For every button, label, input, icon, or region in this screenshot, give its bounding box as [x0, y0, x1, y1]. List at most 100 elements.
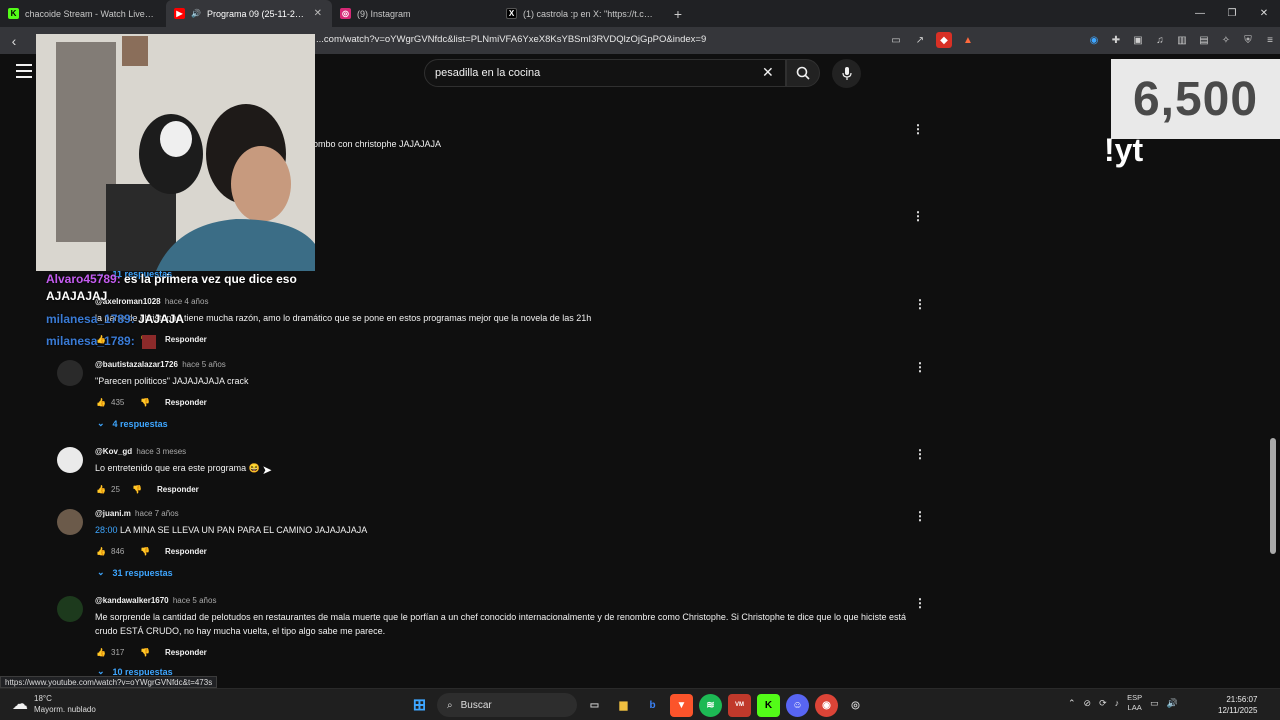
network-off-icon[interactable]: ⊘ [1084, 698, 1092, 709]
search-button[interactable] [786, 59, 820, 87]
youtube-icon: ▶ [174, 8, 185, 19]
tab-kick[interactable]: K chacoide Stream - Watch Live on Kick [0, 0, 166, 27]
voice-search-button[interactable] [832, 59, 861, 88]
voicemeeter-icon[interactable]: VM [728, 693, 751, 717]
comment-time[interactable]: hace 4 años [165, 297, 209, 306]
menu-icon[interactable]: ≡ [1262, 32, 1278, 48]
comment-options-icon[interactable]: ⋮ [914, 297, 926, 311]
comment-time[interactable]: hace 5 años [182, 360, 226, 369]
music-icon[interactable]: ♫ [1152, 32, 1168, 48]
reply-button[interactable]: Responder [157, 485, 199, 494]
hamburger-menu-icon[interactable] [16, 64, 32, 78]
tab-title: Programa 09 (25-11-2016) Pe [206, 8, 308, 19]
discord-icon[interactable]: ☺ [786, 693, 809, 717]
reply-button[interactable]: Responder [165, 335, 207, 344]
minimize-icon[interactable]: — [1184, 0, 1216, 27]
leo-icon[interactable]: ✧ [1218, 32, 1234, 48]
replies-toggle[interactable]: ⌄ 4 respuestas [97, 418, 168, 429]
comment-author[interactable]: @bautistazalazar1726 [95, 360, 178, 369]
tab-youtube[interactable]: ▶ 🔊 Programa 09 (25-11-2016) Pe ✕ [166, 0, 332, 27]
comment-options-icon[interactable]: ⋮ [912, 122, 924, 136]
back-icon[interactable]: ‹ [0, 33, 28, 49]
reply-button[interactable]: Responder [165, 547, 207, 556]
screenshot-icon[interactable]: ▣ [1130, 32, 1146, 48]
bing-icon[interactable]: b [641, 694, 664, 717]
timestamp-link[interactable]: 28:00 [95, 525, 118, 535]
audio-wave-icon[interactable]: ◉ [1086, 32, 1102, 48]
restore-icon[interactable]: ❐ [1216, 0, 1248, 27]
chat-message: milanesa_1789: [46, 334, 157, 349]
clear-search-icon[interactable]: ✕ [762, 64, 774, 81]
brave-shield-icon[interactable]: ◆ [936, 32, 952, 48]
dislike-icon[interactable]: 👎 [139, 396, 151, 408]
counter-value: 6,500 [1132, 72, 1259, 126]
obs-icon[interactable]: ◎ [844, 694, 867, 717]
reply-button[interactable]: Responder [165, 398, 207, 407]
display-icon[interactable]: ▭ [1150, 698, 1159, 709]
file-explorer-icon[interactable]: ▆ [612, 694, 635, 717]
address-actions: ▭ ↗ ◆ ▲ [888, 32, 976, 48]
comment-author[interactable]: @Kov_gd [95, 447, 132, 456]
language-indicator[interactable]: ESP LAA [1127, 693, 1142, 713]
tab-instagram[interactable]: ◎ (9) Instagram [332, 0, 498, 27]
scrollbar-thumb[interactable] [1270, 438, 1276, 554]
comment-time[interactable]: hace 7 años [135, 509, 179, 518]
like-icon[interactable]: 👍 [95, 646, 107, 658]
comment-author[interactable]: @juani.m [95, 509, 131, 518]
taskbar-search[interactable]: ⌕ Buscar [437, 693, 577, 717]
comment-actions: 👍 317 👎 Responder [95, 646, 207, 658]
avatar[interactable] [57, 360, 83, 386]
dislike-icon[interactable]: 👎 [139, 545, 151, 557]
extensions-icon[interactable]: ✚ [1108, 32, 1124, 48]
sync-icon[interactable]: ⟳ [1099, 698, 1107, 709]
taskbar-apps: ⊞ ⌕ Buscar ▭ ▆ b ▼ ≋ VM K ☺ ◉ ◎ [408, 693, 867, 717]
dislike-icon[interactable]: 👎 [139, 646, 151, 658]
search-icon: ⌕ [447, 699, 453, 711]
comment-time[interactable]: hace 5 años [173, 596, 217, 605]
dislike-icon[interactable]: 👎 [131, 483, 143, 495]
kick-app-icon[interactable]: K [757, 693, 780, 717]
volume-icon[interactable]: 🔊 [1167, 698, 1178, 709]
task-view-icon[interactable]: ▭ [583, 694, 606, 717]
search-input[interactable] [425, 60, 755, 86]
like-icon[interactable]: 👍 [95, 483, 107, 495]
avatar[interactable] [57, 447, 83, 473]
reply-button[interactable]: Responder [165, 648, 207, 657]
wallet-icon[interactable]: ▤ [1196, 32, 1212, 48]
comment-options-icon[interactable]: ⋮ [912, 209, 924, 223]
like-icon[interactable]: 👍 [95, 396, 107, 408]
url-text[interactable]: ...com/watch?v=oYWgrGVNfdc&list=PLNmiVFA… [316, 34, 706, 45]
spotify-icon[interactable]: ≋ [699, 693, 722, 717]
tab-x[interactable]: X (1) castrola :p en X: "https://t.co/8H… [498, 0, 664, 27]
chrome-icon[interactable]: ◉ [815, 693, 838, 717]
sidebar-icon[interactable]: ▥ [1174, 32, 1190, 48]
comment-text: Me sorprende la cantidad de pelotudos en… [95, 612, 906, 636]
cast-icon[interactable]: ▭ [888, 32, 904, 48]
comment-options-icon[interactable]: ⋮ [914, 360, 926, 374]
comment-author[interactable]: @kandawalker1670 [95, 596, 169, 605]
share-icon[interactable]: ↗ [912, 32, 928, 48]
brave-icon[interactable]: ▼ [670, 693, 693, 717]
avatar[interactable] [57, 509, 83, 535]
replies-toggle[interactable]: ⌄ 31 respuestas [97, 567, 173, 578]
comment-options-icon[interactable]: ⋮ [914, 596, 926, 610]
weather-widget[interactable]: ☁ 18°C Mayorm. nublado [12, 693, 96, 715]
windows-start-icon[interactable]: ⊞ [408, 694, 431, 717]
comment-time[interactable]: hace 3 meses [136, 447, 186, 456]
search-icon [796, 66, 810, 80]
audio-icon: 🔊 [191, 9, 201, 18]
comment-options-icon[interactable]: ⋮ [914, 509, 926, 523]
brave-rewards-icon[interactable]: ▲ [960, 32, 976, 48]
extension-icons: ◉ ✚ ▣ ♫ ▥ ▤ ✧ ⛨ ≡ [1086, 32, 1278, 48]
close-tab-icon[interactable]: ✕ [314, 8, 322, 19]
vpn-icon[interactable]: ⛨ [1240, 32, 1256, 48]
new-tab-button[interactable]: + [664, 6, 692, 22]
comment-options-icon[interactable]: ⋮ [914, 447, 926, 461]
close-window-icon[interactable]: ✕ [1248, 0, 1280, 27]
tab-title: (9) Instagram [357, 8, 411, 19]
like-icon[interactable]: 👍 [95, 545, 107, 557]
clock[interactable]: 21:56:07 12/11/2025 [1218, 694, 1257, 716]
microphone-icon[interactable]: ♪ [1115, 698, 1120, 708]
avatar[interactable] [57, 596, 83, 622]
chevron-up-icon[interactable]: ⌃ [1068, 698, 1076, 709]
